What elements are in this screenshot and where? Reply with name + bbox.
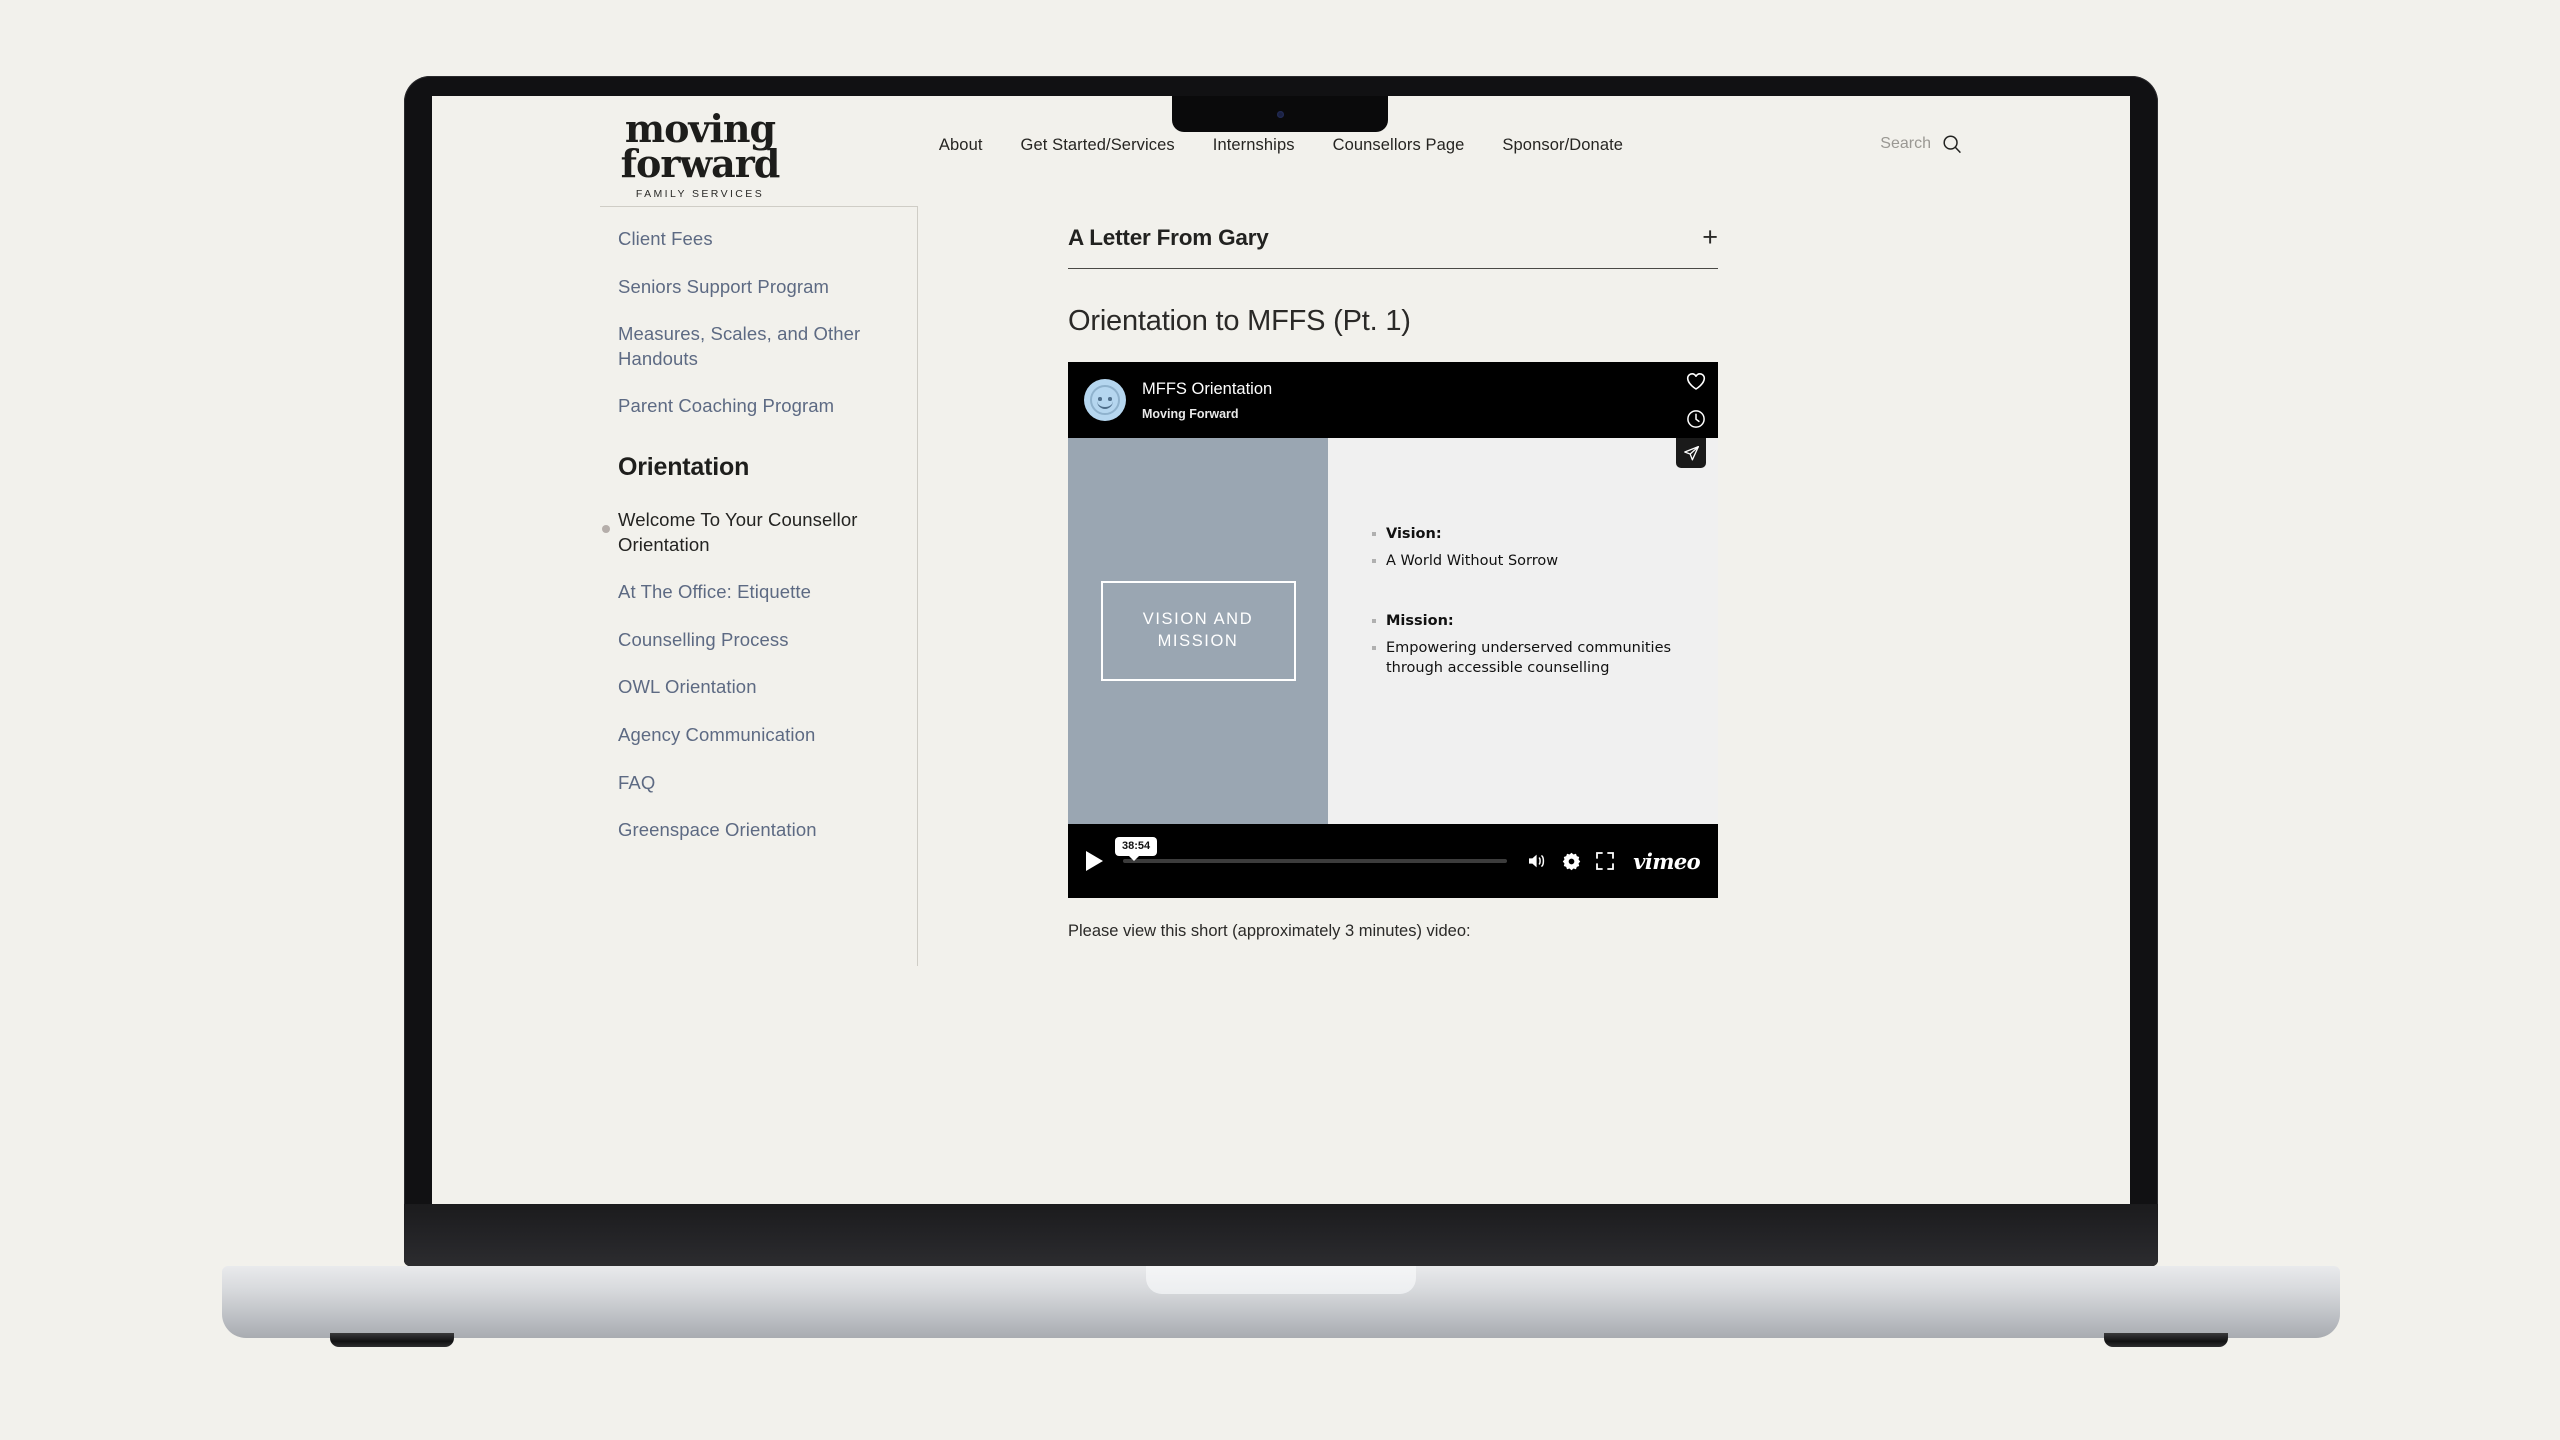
sidebar-item-agency-communication[interactable]: Agency Communication <box>618 723 887 748</box>
like-heart-icon[interactable] <box>1686 372 1706 396</box>
secondary-sidebar: Client Fees Seniors Support Program Meas… <box>600 206 918 966</box>
time-tooltip: 38:54 <box>1115 837 1158 861</box>
nav-sponsor-donate[interactable]: Sponsor/Donate <box>1502 136 1623 155</box>
watch-later-clock-icon[interactable] <box>1686 409 1706 434</box>
accordion-title: A Letter From Gary <box>1068 224 1269 250</box>
settings-gear-icon[interactable] <box>1562 852 1581 871</box>
page-title: Orientation to MFFS (Pt. 1) <box>1068 305 1411 337</box>
sidebar-item-seniors-support-program[interactable]: Seniors Support Program <box>618 275 887 300</box>
laptop-foot-right <box>2104 1333 2228 1347</box>
primary-navigation: About Get Started/Services Internships C… <box>432 136 2130 155</box>
progress-track[interactable] <box>1123 859 1508 863</box>
play-button[interactable] <box>1086 851 1103 871</box>
search-control[interactable]: Search <box>1880 134 1962 154</box>
sidebar-item-greenspace-orientation[interactable]: Greenspace Orientation <box>618 818 887 843</box>
player-video-title[interactable]: MFFS Orientation <box>1142 379 1272 400</box>
avatar-eye-left <box>1098 397 1102 401</box>
slide-left-panel: VISION AND MISSION <box>1068 438 1328 824</box>
player-right-controls: vimeo <box>1527 849 1701 874</box>
active-item-dot <box>602 524 610 533</box>
slide-title-line-2: MISSION <box>1157 632 1239 650</box>
slide-title-line-1: VISION AND <box>1142 610 1254 629</box>
page-body: Client Fees Seniors Support Program Meas… <box>432 206 2130 966</box>
laptop-notch <box>1172 96 1388 132</box>
plus-icon[interactable]: + <box>1702 224 1718 251</box>
sidebar-item-parent-coaching-program[interactable]: Parent Coaching Program <box>618 394 887 419</box>
slide-bullet-mission-text: Empowering underserved communities throu… <box>1372 638 1682 679</box>
video-caption: Please view this short (approximately 3 … <box>1068 922 1471 940</box>
avatar <box>1084 379 1126 421</box>
search-label: Search <box>1880 135 1931 152</box>
accordion-a-letter-from-gary[interactable]: A Letter From Gary + <box>1068 224 1718 269</box>
nav-about[interactable]: About <box>939 136 983 155</box>
slide-bullet-mission-label: Mission: <box>1372 611 1682 632</box>
slide-bullet-vision-text: A World Without Sorrow <box>1372 551 1682 572</box>
player-header: MFFS Orientation Moving Forward <box>1068 362 1718 438</box>
main-content: A Letter From Gary + Orientation to MFFS… <box>918 206 1962 966</box>
slide-bullet-vision-label: Vision: <box>1372 524 1682 545</box>
nav-counsellors-page[interactable]: Counsellors Page <box>1333 136 1465 155</box>
search-icon[interactable] <box>1942 134 1962 154</box>
sidebar-item-welcome-counsellor-orientation[interactable]: Welcome To Your Counsellor Orientation <box>602 508 887 557</box>
webcam-icon <box>1276 111 1284 118</box>
logo-tagline: FAMILY SERVICES <box>635 187 765 200</box>
sidebar-section-heading-orientation: Orientation <box>618 452 750 481</box>
laptop-base <box>222 1266 2340 1338</box>
slide-title-box: VISION AND MISSION <box>1100 581 1296 681</box>
sidebar-item-faq[interactable]: FAQ <box>618 771 887 796</box>
site-logo[interactable]: moving forward FAMILY SERVICES <box>610 110 790 200</box>
nav-internships[interactable]: Internships <box>1213 136 1295 155</box>
player-title-block: MFFS Orientation Moving Forward <box>1142 379 1272 421</box>
progress-scrubber[interactable]: 38:54 <box>1115 837 1508 873</box>
video-stage[interactable]: VISION AND MISSION Vision: A World Witho… <box>1068 438 1718 824</box>
vimeo-wordmark[interactable]: vimeo <box>1633 849 1700 874</box>
volume-icon[interactable] <box>1527 852 1547 870</box>
sidebar-item-owl-orientation[interactable]: OWL Orientation <box>618 675 887 700</box>
laptop-base-notch <box>1146 1266 1416 1294</box>
nav-get-started-services[interactable]: Get Started/Services <box>1021 136 1175 155</box>
sidebar-item-client-fees[interactable]: Client Fees <box>618 227 887 252</box>
vimeo-player[interactable]: MFFS Orientation Moving Forward VISION A… <box>1068 362 1718 898</box>
sidebar-item-label: Welcome To Your Counsellor Orientation <box>618 508 858 555</box>
laptop-screen: moving forward FAMILY SERVICES About Get… <box>432 96 2130 1204</box>
avatar-eye-right <box>1108 397 1112 401</box>
slide-right-panel: Vision: A World Without Sorrow Mission: … <box>1328 438 1718 824</box>
laptop-foot-left <box>330 1333 454 1347</box>
player-owner-name[interactable]: Moving Forward <box>1142 407 1272 421</box>
sidebar-item-counselling-process[interactable]: Counselling Process <box>618 628 887 653</box>
player-controls: 38:54 vimeo <box>1068 824 1718 898</box>
player-action-buttons <box>1686 372 1706 434</box>
sidebar-item-at-the-office-etiquette[interactable]: At The Office: Etiquette <box>618 580 887 605</box>
fullscreen-icon[interactable] <box>1596 852 1615 870</box>
share-plane-icon[interactable] <box>1676 438 1706 468</box>
sidebar-item-measures-scales-handouts[interactable]: Measures, Scales, and Other Handouts <box>618 322 887 371</box>
avatar-face-ring <box>1090 385 1120 415</box>
screenshot-scene: moving forward FAMILY SERVICES About Get… <box>0 0 2560 1440</box>
